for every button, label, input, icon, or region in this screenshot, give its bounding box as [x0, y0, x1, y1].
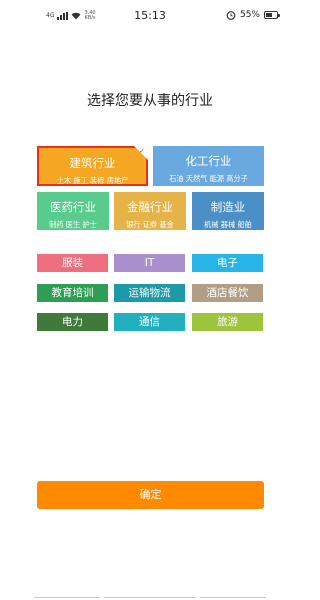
industry-subtitle: 土木 施工 装修 房地产 [56, 176, 129, 185]
industry-tile-construction[interactable]: 建筑行业 土木 施工 装修 房地产 ✓ [37, 146, 148, 186]
industry-tile-medical[interactable]: 医药行业 制药 医生 护士 [37, 192, 109, 230]
confirm-button[interactable]: 确定 [37, 481, 264, 509]
battery-level [266, 13, 272, 17]
industry-tile-hospitality[interactable]: 酒店餐饮 [192, 284, 263, 302]
industry-tile-manufacturing[interactable]: 制造业 机械 器械 船舶 [192, 192, 264, 230]
industry-subtitle: 机械 器械 船舶 [204, 220, 252, 229]
industry-subtitle: 石油 天然气 能源 高分子 [169, 174, 248, 183]
industry-title: 制造业 [210, 200, 246, 214]
industry-title: 建筑行业 [69, 156, 116, 170]
industry-title: 金融行业 [127, 200, 173, 214]
industry-subtitle: 制药 医生 护士 [49, 220, 97, 229]
industry-tile-tourism[interactable]: 旅游 [192, 313, 263, 331]
industry-tile-electronics[interactable]: 电子 [192, 254, 263, 272]
battery-icon [264, 11, 280, 19]
industry-tile-it[interactable]: IT [114, 254, 185, 272]
alarm-icon [226, 11, 236, 20]
industry-tile-education[interactable]: 教育培训 [37, 284, 108, 302]
industry-tile-power[interactable]: 电力 [37, 313, 108, 331]
nav-bar-line [104, 597, 196, 598]
industry-tile-logistics[interactable]: 运输物流 [114, 284, 185, 302]
status-right: 55% [226, 10, 280, 20]
nav-bar-line [200, 597, 266, 598]
page-title: 选择您要从事的行业 [87, 93, 213, 109]
nav-bar-line [34, 597, 100, 598]
battery-percent: 55% [239, 10, 260, 20]
status-bar: 4G 3.40 KB/s 15:13 55% [0, 0, 300, 30]
check-icon: ✓ [139, 147, 145, 155]
industry-tile-chemical[interactable]: 化工行业 石油 天然气 能源 高分子 [153, 146, 264, 186]
industry-title: 化工行业 [185, 154, 232, 168]
industry-subtitle: 银行 证券 基金 [126, 220, 174, 229]
industry-tile-finance[interactable]: 金融行业 银行 证券 基金 [114, 192, 186, 230]
industry-tile-clothing[interactable]: 服装 [37, 254, 108, 272]
industry-tile-telecom[interactable]: 通信 [114, 313, 185, 331]
industry-title: 医药行业 [50, 200, 96, 214]
